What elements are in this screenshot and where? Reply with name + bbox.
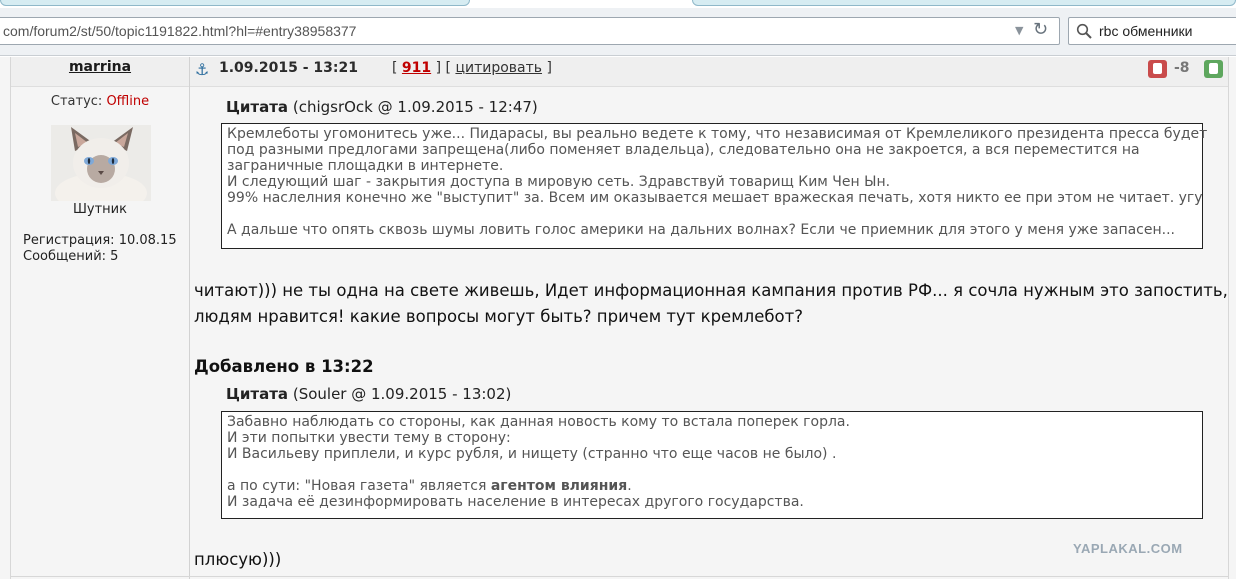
url-text[interactable]: com/forum2/st/50/topic1191822.html?hl=#e… — [3, 23, 356, 39]
quote-line: Забавно наблюдать со стороны, как данная… — [227, 414, 850, 430]
quote-line: 99% наслелния конечно же "выступит" за. … — [227, 190, 1203, 206]
post-text: читают))) не ты одна на свете живешь, Ид… — [194, 278, 1228, 330]
history-dropdown-icon[interactable]: ▼ — [1015, 24, 1023, 37]
browser-tab[interactable] — [0, 0, 470, 6]
forum-page: marrina ⚓ 1.09.2015 - 13:21 [ 911 ] [ ци… — [0, 57, 1236, 579]
quote-label: Цитата — [226, 98, 289, 116]
avatar[interactable] — [51, 125, 151, 201]
tab-strip — [0, 0, 1236, 8]
author-name-link[interactable]: marrina — [11, 59, 189, 75]
posts-label: Сообщений: — [23, 249, 107, 264]
post-text-line: людям нравится! какие вопросы могут быть… — [194, 307, 803, 326]
user-status: Статус: Offline — [11, 94, 189, 109]
quote-line: А дальше что опять сквозь шумы ловить го… — [227, 222, 1176, 238]
post-text: плюсую))) — [194, 550, 282, 569]
divider — [1228, 57, 1229, 579]
quote-meta: (chigsrOck @ 1.09.2015 - 12:47) — [292, 98, 538, 116]
quote-text: а по сути: "Новая газета" является — [227, 478, 491, 494]
thumbs-down-icon — [1153, 63, 1162, 74]
quote-header: Цитата (Souler @ 1.09.2015 - 13:02) — [226, 385, 511, 403]
quote-line: Кремлеботы угомонитесь уже... Пидарасы, … — [227, 126, 1208, 142]
anchor-icon[interactable]: ⚓ — [195, 60, 209, 79]
registration-label: Регистрация: — [23, 233, 115, 248]
post-date: 1.09.2015 - 13:21 — [219, 60, 358, 76]
thumbs-up-icon — [1209, 63, 1218, 74]
site-watermark: YAPLAKAL.COM — [1073, 541, 1183, 556]
quote-line: И эти попытки увести тему в сторону: — [227, 430, 511, 446]
post-number-link[interactable]: 911 — [402, 60, 431, 76]
quote-line: И Васильеву приплели, и курс рубля, и ни… — [227, 446, 837, 462]
post-actions: [ 911 ] [ цитировать ] — [392, 60, 552, 76]
quote-line: И следующий шаг - закрытия доступа в мир… — [227, 174, 891, 190]
quote-link[interactable]: цитировать — [455, 60, 542, 76]
post-rating: -8 — [1174, 60, 1190, 76]
registration-date: 10.08.15 — [118, 233, 177, 248]
quote-box: Кремлеботы угомонитесь уже... Пидарасы, … — [221, 123, 1208, 249]
search-box[interactable]: rbc обменники — [1068, 17, 1236, 45]
thumbs-up-button[interactable] — [1204, 60, 1223, 78]
added-label: Добавлено в 13:22 — [194, 357, 374, 376]
status-label: Статус: — [50, 94, 103, 109]
quote-line: И задача её дезинформировать население в… — [227, 494, 804, 510]
cat-avatar-image — [51, 125, 151, 201]
reload-icon[interactable]: ↻ — [1033, 19, 1048, 40]
divider — [10, 57, 11, 579]
quote-line: а по сути: "Новая газета" является агент… — [227, 478, 1197, 494]
quote-header: Цитата (chigsrOck @ 1.09.2015 - 12:47) — [226, 98, 538, 116]
thumbs-down-button[interactable] — [1148, 60, 1167, 78]
author-header: marrina — [11, 57, 189, 87]
quote-bold-text: агентом влияния — [490, 478, 628, 494]
post-text-line: читают))) не ты одна на свете живешь, Ид… — [194, 281, 1228, 300]
address-bar[interactable]: com/forum2/st/50/topic1191822.html?hl=#e… — [0, 17, 1060, 45]
quote-line: заграничные площадки в интернете. — [227, 158, 504, 174]
user-meta: Регистрация: 10.08.15 Сообщений: 5 — [23, 233, 177, 265]
posts-count: 5 — [110, 249, 119, 264]
divider — [11, 576, 1228, 577]
user-title: Шутник — [73, 202, 127, 217]
quote-label: Цитата — [226, 385, 289, 403]
browser-tab[interactable] — [692, 0, 1236, 6]
search-icon — [1076, 23, 1092, 39]
quote-line: под разными предлогами запрещена(либо по… — [227, 142, 1140, 158]
quote-box: Забавно наблюдать со стороны, как данная… — [221, 411, 1203, 519]
status-value: Offline — [106, 94, 150, 109]
post-header: ⚓ 1.09.2015 - 13:21 [ 911 ] [ цитировать… — [190, 57, 1228, 87]
column-divider — [189, 57, 190, 579]
search-input[interactable]: rbc обменники — [1099, 23, 1192, 39]
quote-meta: (Souler @ 1.09.2015 - 13:02) — [292, 385, 512, 403]
browser-toolbar: com/forum2/st/50/topic1191822.html?hl=#e… — [0, 8, 1236, 56]
quote-text: . — [627, 478, 632, 494]
